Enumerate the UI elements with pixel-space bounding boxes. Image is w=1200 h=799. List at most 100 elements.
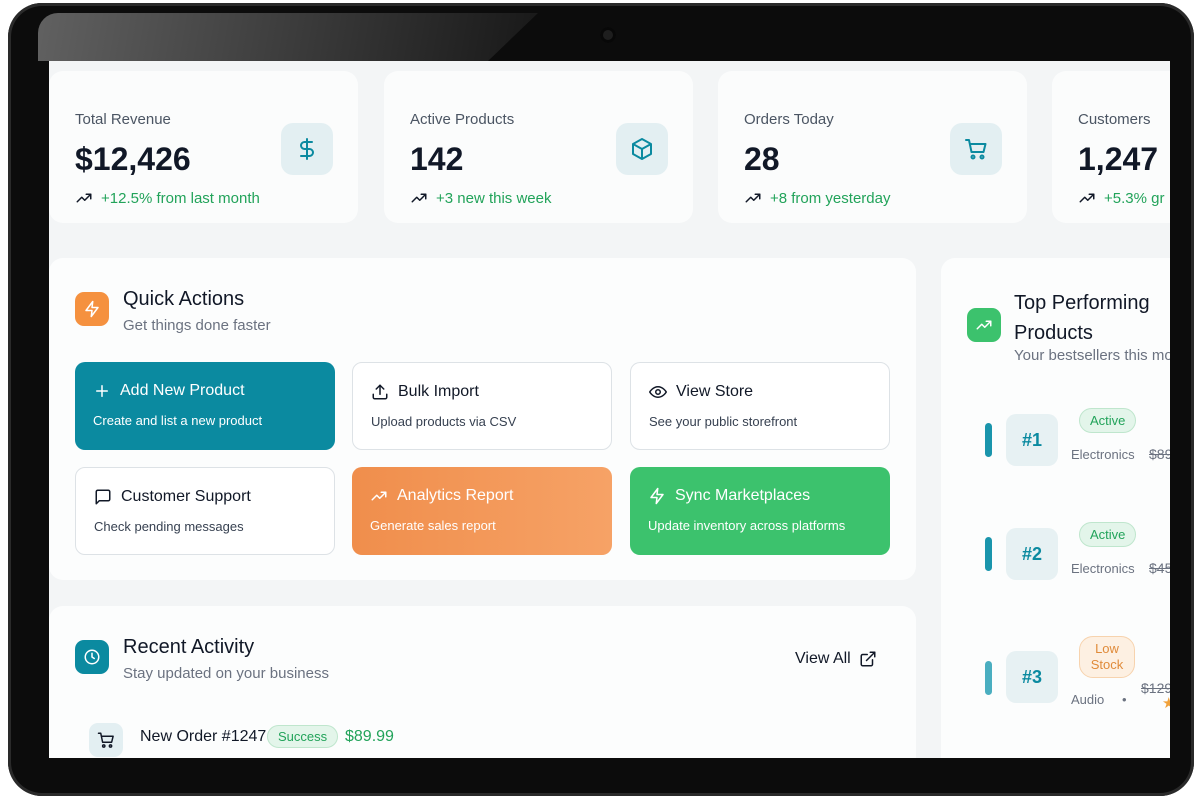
stat-card-customers: Customers 1,247 +5.3% gr xyxy=(1052,71,1170,223)
stat-label: Active Products xyxy=(410,111,515,128)
stat-value: $12,426 xyxy=(75,141,191,177)
panel-subtitle: Your bestsellers this mo xyxy=(1014,347,1170,364)
action-title: Analytics Report xyxy=(370,487,514,505)
view-all-label: View All xyxy=(795,650,851,667)
plus-icon xyxy=(96,385,108,397)
status-badge: Success xyxy=(267,725,339,748)
action-subtitle: Upload products via CSV xyxy=(371,414,517,429)
panel-subtitle: Get things done faster xyxy=(123,317,271,334)
stat-card-orders: Orders Today 28 +8 from yesterday xyxy=(718,71,1027,223)
add-new-product-button[interactable]: Add New Product Create and list a new pr… xyxy=(75,362,335,450)
stat-trend: +12.5% from last month xyxy=(75,189,260,207)
rank-indicator xyxy=(985,537,992,571)
product-category: Electronics xyxy=(1071,561,1135,576)
external-link-icon xyxy=(860,651,876,667)
panel-title-line1: Top Performing xyxy=(1014,292,1150,314)
panel-title: Top Performing Products xyxy=(1014,288,1150,348)
action-title-text: Bulk Import xyxy=(398,383,479,400)
product-price: $89 xyxy=(1149,446,1170,462)
stat-card-revenue: Total Revenue $12,426 +12.5% from last m… xyxy=(49,71,358,223)
action-subtitle: Check pending messages xyxy=(94,519,244,534)
status-badge: Active xyxy=(1079,522,1137,547)
message-icon xyxy=(95,489,111,505)
device-frame: Total Revenue $12,426 +12.5% from last m… xyxy=(8,3,1194,796)
stat-value: 142 xyxy=(410,141,464,177)
trending-up-icon xyxy=(745,193,761,203)
action-title: Bulk Import xyxy=(371,383,479,401)
rank-badge: #3 xyxy=(1006,651,1058,703)
eye-icon xyxy=(649,386,667,398)
sync-marketplaces-button[interactable]: Sync Marketplaces Update inventory acros… xyxy=(630,467,890,555)
status-line1: Low xyxy=(1095,641,1119,656)
action-title-text: Customer Support xyxy=(121,488,251,505)
rank-badge: #2 xyxy=(1006,528,1058,580)
stat-trend-text: +3 new this week xyxy=(436,189,552,207)
top-products-panel: Top Performing Products Your bestsellers… xyxy=(941,258,1170,758)
stat-value: 1,247 xyxy=(1078,141,1159,177)
recent-activity-panel: Recent Activity Stay updated on your bus… xyxy=(49,606,916,758)
trending-up-icon xyxy=(967,308,1001,342)
action-title: View Store xyxy=(649,383,753,401)
trending-up-icon xyxy=(371,491,387,501)
action-title-text: View Store xyxy=(676,383,754,400)
product-price: $45 xyxy=(1149,560,1170,576)
stat-trend-text: +12.5% from last month xyxy=(101,189,260,207)
action-subtitle: See your public storefront xyxy=(649,414,798,429)
rank-indicator xyxy=(985,423,992,457)
view-store-button[interactable]: View Store See your public storefront xyxy=(630,362,890,450)
clock-icon xyxy=(75,640,109,674)
upload-icon xyxy=(372,384,388,400)
lightning-icon xyxy=(650,487,664,505)
trending-up-icon xyxy=(411,193,427,203)
stat-trend: +8 from yesterday xyxy=(744,189,890,207)
action-subtitle: Generate sales report xyxy=(370,518,496,533)
product-category: Electronics xyxy=(1071,447,1135,462)
status-badge: Active xyxy=(1079,408,1137,433)
stat-label: Customers xyxy=(1078,111,1151,128)
cart-icon xyxy=(89,723,123,757)
stat-label: Total Revenue xyxy=(75,111,171,128)
status-badge: Low Stock xyxy=(1079,636,1135,678)
action-title: Customer Support xyxy=(94,488,251,506)
stat-label: Orders Today xyxy=(744,111,834,128)
customer-support-button[interactable]: Customer Support Check pending messages xyxy=(75,467,335,555)
product-category: Audio xyxy=(1071,692,1105,707)
action-title-text: Sync Marketplaces xyxy=(675,487,811,504)
star-icon: ★ xyxy=(1162,695,1170,712)
stat-trend: +3 new this week xyxy=(410,189,551,207)
bulk-import-button[interactable]: Bulk Import Upload products via CSV xyxy=(352,362,612,450)
action-subtitle: Create and list a new product xyxy=(93,413,263,428)
trending-up-icon xyxy=(76,193,92,203)
lightning-icon xyxy=(75,292,109,326)
rank-indicator xyxy=(985,661,992,695)
screen-glare xyxy=(38,13,538,61)
screen: Total Revenue $12,426 +12.5% from last m… xyxy=(49,61,1170,758)
action-title-text: Add New Product xyxy=(120,382,245,399)
rank-badge: #1 xyxy=(1006,414,1058,466)
activity-amount: $89.99 xyxy=(345,728,394,745)
separator: • xyxy=(1122,692,1127,707)
camera-icon xyxy=(600,27,616,43)
activity-title: New Order #1247 xyxy=(140,728,267,745)
action-title: Add New Product xyxy=(93,382,245,400)
stat-trend: +5.3% gr xyxy=(1078,189,1164,207)
stat-card-products: Active Products 142 +3 new this week xyxy=(384,71,693,223)
panel-title-line2: Products xyxy=(1014,322,1093,344)
stat-trend-text: +5.3% gr xyxy=(1104,189,1165,207)
quick-actions-panel: Quick Actions Get things done faster Add… xyxy=(49,258,916,580)
action-subtitle: Update inventory across platforms xyxy=(648,518,846,533)
dollar-icon xyxy=(281,123,333,175)
box-icon xyxy=(616,123,668,175)
panel-title: Recent Activity xyxy=(123,636,255,658)
trending-up-icon xyxy=(1079,193,1095,203)
stat-value: 28 xyxy=(744,141,780,177)
view-all-link[interactable]: View All xyxy=(795,650,877,668)
cart-icon xyxy=(950,123,1002,175)
status-line2: Stock xyxy=(1090,657,1124,672)
panel-subtitle: Stay updated on your business xyxy=(123,665,329,682)
analytics-report-button[interactable]: Analytics Report Generate sales report xyxy=(352,467,612,555)
panel-title: Quick Actions xyxy=(123,288,245,310)
action-title-text: Analytics Report xyxy=(397,487,514,504)
stat-trend-text: +8 from yesterday xyxy=(770,189,891,207)
action-title: Sync Marketplaces xyxy=(648,487,810,505)
